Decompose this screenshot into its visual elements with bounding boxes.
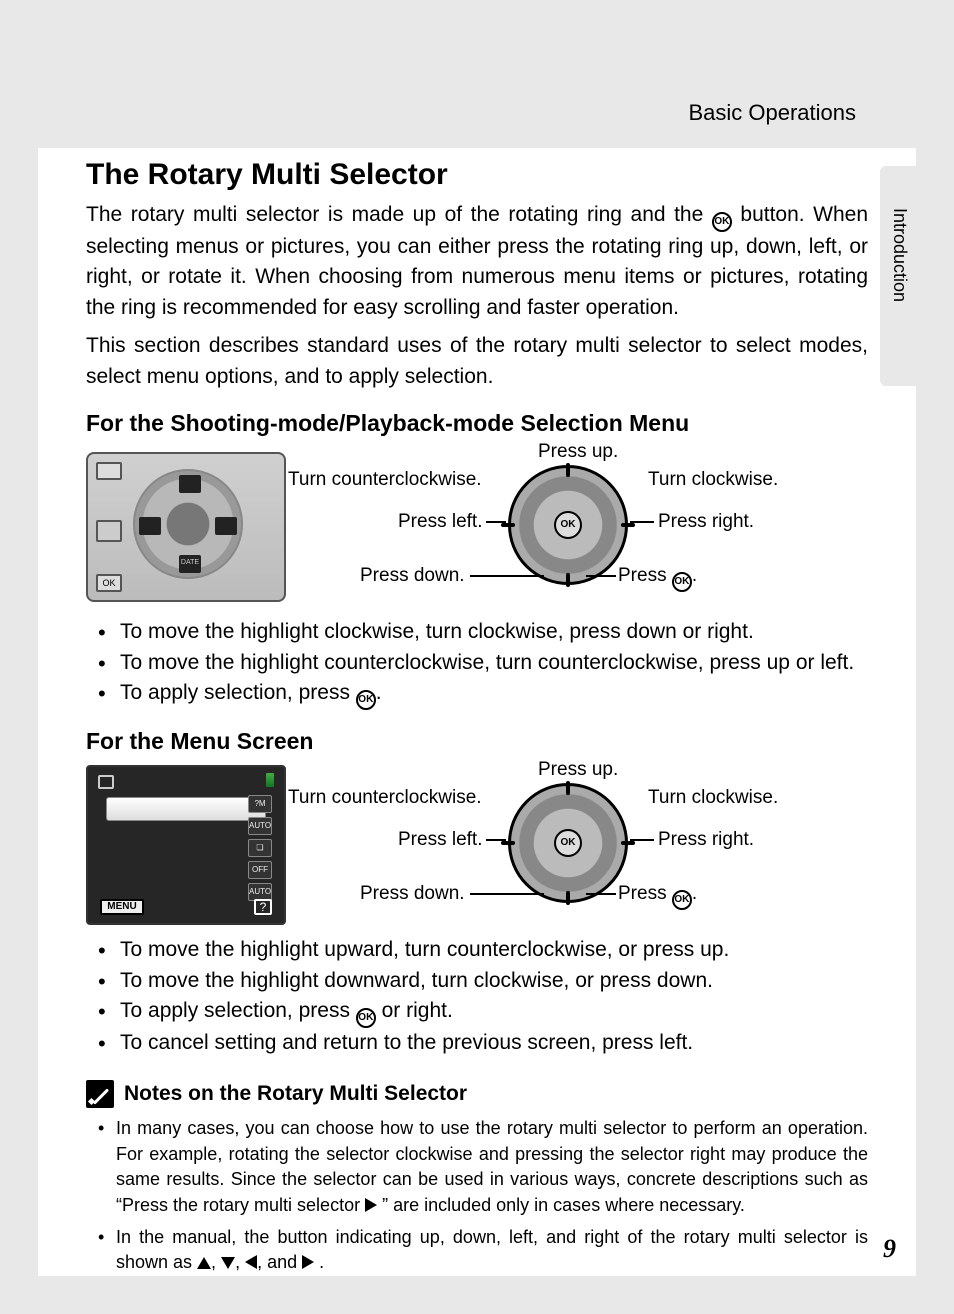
ok-icon: OK bbox=[672, 890, 692, 910]
list-item: In many cases, you can choose how to use… bbox=[98, 1116, 868, 1218]
triangle-down-icon bbox=[221, 1257, 235, 1269]
menu-screen-thumb: ?M AUTO ❏ OFF AUTO MENU ? bbox=[86, 765, 286, 925]
text: The rotary multi selector is made up of … bbox=[86, 203, 712, 226]
label-turn-cw: Turn clockwise. bbox=[648, 469, 778, 491]
ok-icon: OK bbox=[672, 572, 692, 592]
rotary-dial-icon: DATE bbox=[133, 469, 243, 579]
header-band bbox=[38, 38, 916, 148]
subheading-mode-selection: For the Shooting-mode/Playback-mode Sele… bbox=[86, 410, 868, 437]
label-press-up: Press up. bbox=[538, 441, 618, 463]
bullets-menu-screen: To move the highlight upward, turn count… bbox=[86, 935, 868, 1058]
header-title: Basic Operations bbox=[688, 100, 856, 126]
dial-diagram: Press up. Turn counterclockwise. Turn cl… bbox=[298, 765, 818, 925]
label-turn-ccw: Turn counterclockwise. bbox=[288, 787, 482, 809]
notes-title: Notes on the Rotary Multi Selector bbox=[124, 1082, 467, 1106]
page: Introduction Basic Operations The Rotary… bbox=[38, 38, 916, 1276]
page-number: 9 bbox=[883, 1234, 896, 1264]
camera-screen-thumb: DATE OK bbox=[86, 452, 286, 602]
figure-mode-selection: DATE OK Press up. Turn counterclockwise.… bbox=[86, 447, 868, 607]
intro-paragraph-1: The rotary multi selector is made up of … bbox=[86, 200, 868, 323]
triangle-up-icon bbox=[197, 1257, 211, 1269]
notes-list: In many cases, you can choose how to use… bbox=[86, 1116, 868, 1275]
rotary-dial-diagram-icon: OK bbox=[508, 465, 628, 585]
page-title: The Rotary Multi Selector bbox=[86, 158, 868, 192]
section-tab-label: Introduction bbox=[889, 208, 910, 302]
list-item: To move the highlight clockwise, turn cl… bbox=[98, 617, 868, 647]
ok-button-thumb: OK bbox=[96, 574, 122, 592]
label-turn-ccw: Turn counterclockwise. bbox=[288, 469, 482, 491]
label-press-left: Press left. bbox=[398, 511, 482, 533]
notes-heading: Notes on the Rotary Multi Selector bbox=[86, 1080, 868, 1108]
triangle-right-icon bbox=[302, 1255, 314, 1269]
subheading-menu-screen: For the Menu Screen bbox=[86, 728, 868, 755]
label-press-right: Press right. bbox=[658, 511, 754, 533]
list-item: To cancel setting and return to the prev… bbox=[98, 1028, 868, 1058]
list-item: To apply selection, press OK or right. bbox=[98, 996, 868, 1028]
label-turn-cw: Turn clockwise. bbox=[648, 787, 778, 809]
dial-diagram: Press up. Turn counterclockwise. Turn cl… bbox=[298, 447, 818, 607]
content: The Rotary Multi Selector The rotary mul… bbox=[86, 158, 868, 1282]
label-press-ok: Press OK. bbox=[618, 883, 697, 910]
label-press-ok: Press OK. bbox=[618, 565, 697, 592]
figure-menu-screen: ?M AUTO ❏ OFF AUTO MENU ? Press up. Turn… bbox=[86, 765, 868, 925]
rotary-dial-diagram-icon: OK bbox=[508, 783, 628, 903]
page-background: Introduction Basic Operations The Rotary… bbox=[0, 0, 954, 1314]
list-item: In the manual, the button indicating up,… bbox=[98, 1225, 868, 1276]
label-press-left: Press left. bbox=[398, 829, 482, 851]
ok-icon: OK bbox=[712, 212, 732, 232]
label-press-right: Press right. bbox=[658, 829, 754, 851]
list-item: To apply selection, press OK. bbox=[98, 678, 868, 710]
pencil-icon bbox=[86, 1080, 114, 1108]
label-press-down: Press down. bbox=[360, 883, 465, 905]
intro-paragraph-2: This section describes standard uses of … bbox=[86, 331, 868, 392]
triangle-right-icon bbox=[365, 1198, 377, 1212]
triangle-left-icon bbox=[245, 1255, 257, 1269]
bullets-mode-selection: To move the highlight clockwise, turn cl… bbox=[86, 617, 868, 710]
menu-label: MENU bbox=[100, 899, 144, 915]
list-item: To move the highlight downward, turn clo… bbox=[98, 966, 868, 996]
label-press-down: Press down. bbox=[360, 565, 465, 587]
label-press-up: Press up. bbox=[538, 759, 618, 781]
ok-icon: OK bbox=[356, 1008, 376, 1028]
ok-icon: OK bbox=[356, 690, 376, 710]
list-item: To move the highlight upward, turn count… bbox=[98, 935, 868, 965]
list-item: To move the highlight counterclockwise, … bbox=[98, 648, 868, 678]
